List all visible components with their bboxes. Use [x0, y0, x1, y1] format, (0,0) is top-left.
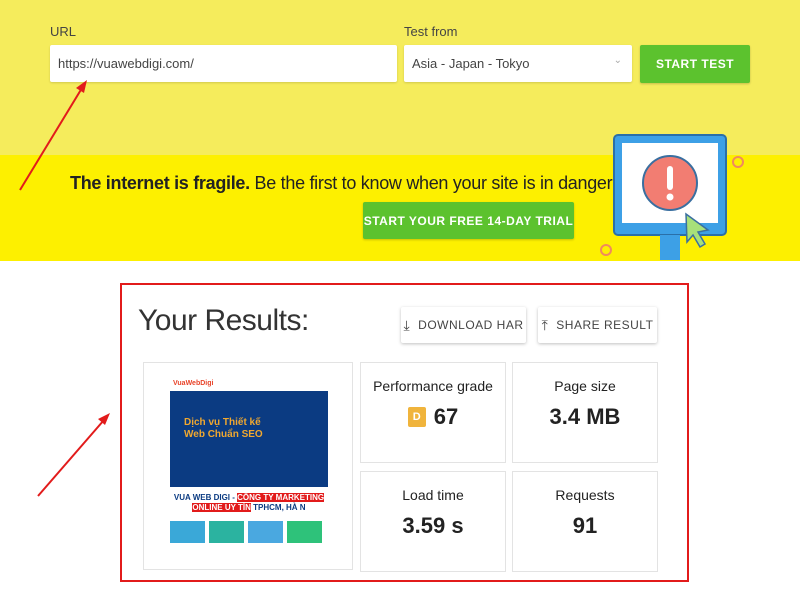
headline-part-a: VUA WEB DIGI -: [173, 493, 238, 502]
load-time-value: 3.59 s: [402, 513, 464, 538]
screenshot-hero-text: Dịch vụ Thiết kế Web Chuẩn SEO: [184, 417, 263, 440]
headline-part-c: TPHCM, HÀ N: [250, 503, 306, 512]
website-screenshot: VuaWebDigi Dịch vụ Thiết kế Web Chuẩn SE…: [143, 362, 353, 570]
grade-badge: D: [407, 407, 426, 427]
requests-card: Requests 91: [512, 471, 658, 572]
download-har-button[interactable]: ⤓ DOWNLOAD HAR: [401, 307, 526, 343]
screenshot-hero: Dịch vụ Thiết kế Web Chuẩn SEO: [170, 391, 328, 487]
load-time-card: Load time 3.59 s: [360, 471, 506, 572]
page-size-label: Page size: [554, 378, 616, 394]
page-size-card: Page size 3.4 MB: [512, 362, 658, 463]
share-result-button[interactable]: ⤒ SHARE RESULT: [538, 307, 657, 343]
download-icon: ⤓: [403, 316, 411, 333]
results-title: Your Results:: [138, 304, 309, 337]
screenshot-logo: VuaWebDigi: [170, 377, 328, 391]
requests-value: 91: [572, 513, 598, 538]
performance-label: Performance grade: [373, 378, 493, 394]
share-icon: ⤒: [541, 316, 549, 333]
page-size-value: 3.4 MB: [549, 404, 621, 429]
share-result-label: SHARE RESULT: [556, 318, 654, 332]
download-har-label: DOWNLOAD HAR: [418, 318, 524, 332]
load-time-label: Load time: [402, 487, 464, 503]
screenshot-headline: VUA WEB DIGI - CÔNG TY MARKETING ONLINE …: [170, 493, 328, 513]
performance-value: 67: [433, 404, 459, 429]
requests-label: Requests: [555, 487, 615, 503]
performance-grade-card: Performance grade D 67: [360, 362, 506, 463]
